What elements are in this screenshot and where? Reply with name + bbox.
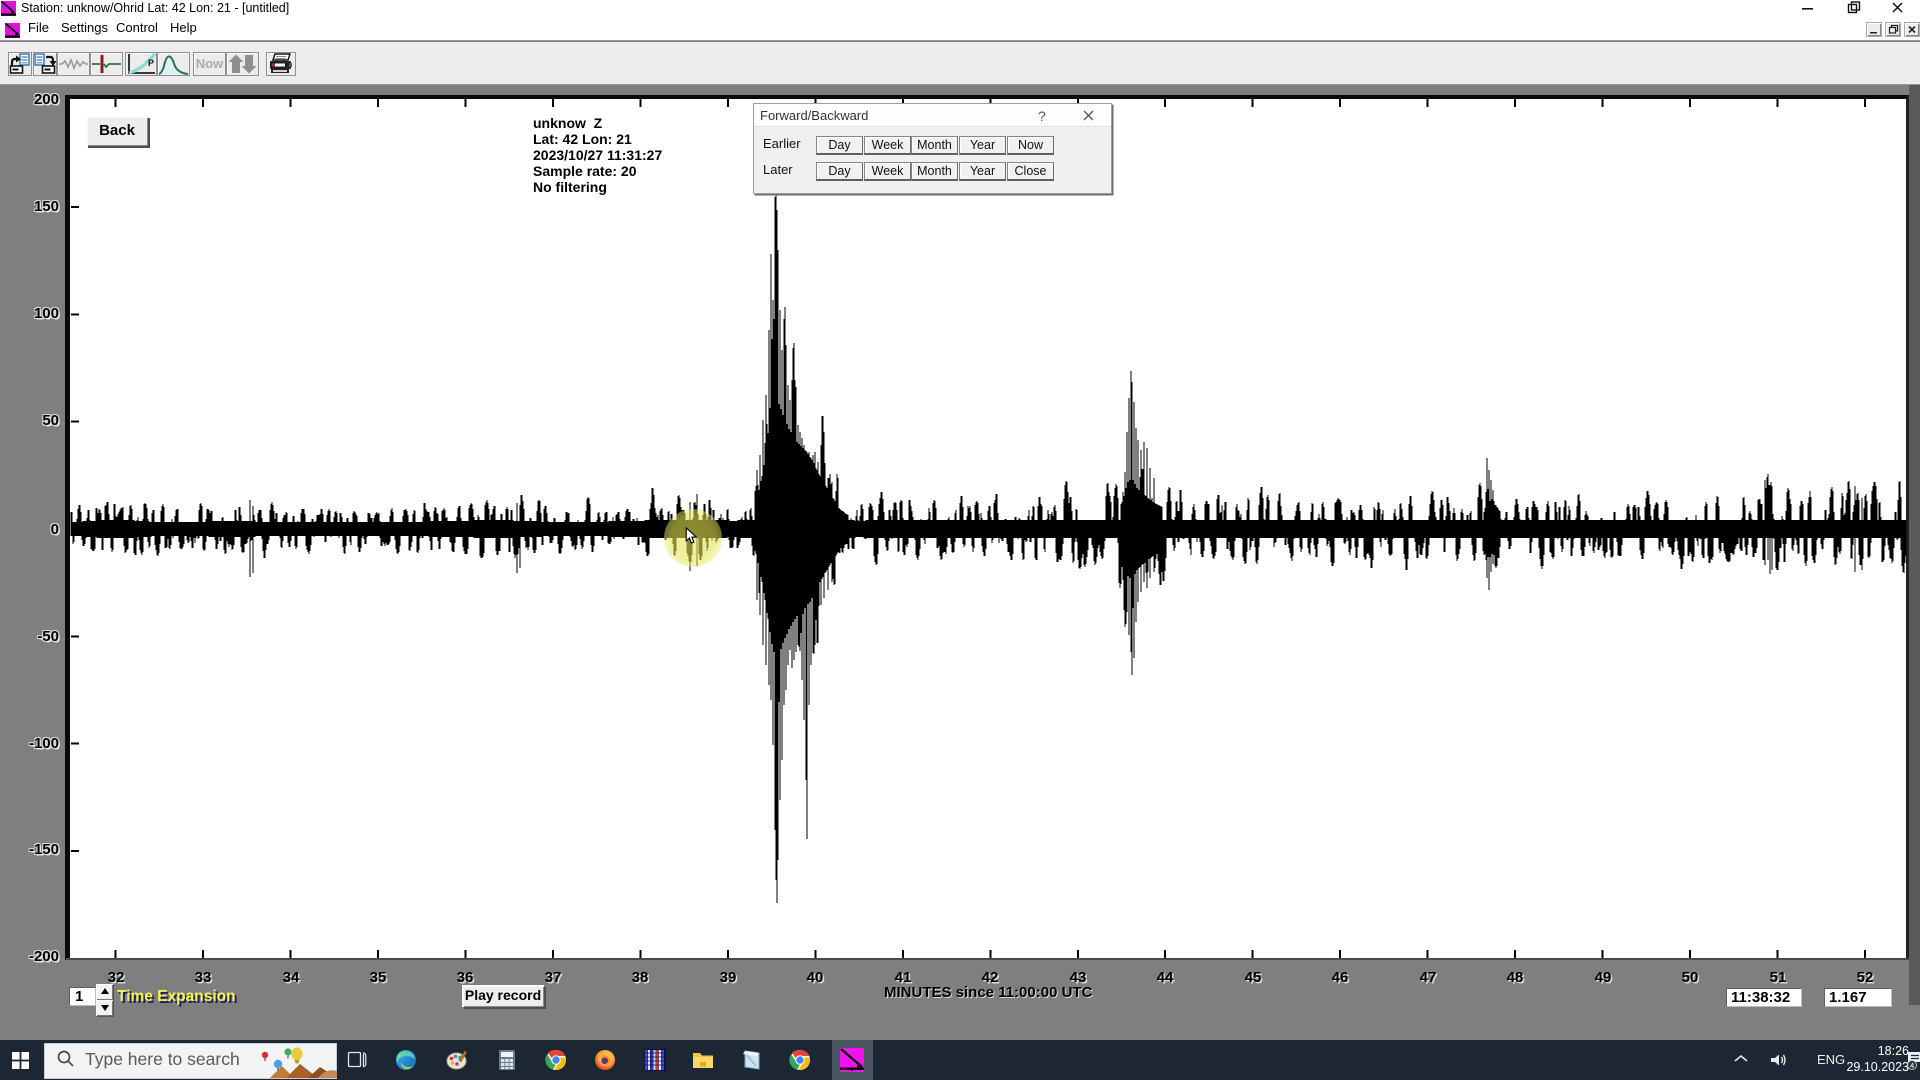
- svg-text:P: P: [148, 58, 154, 68]
- svg-text:4: 4: [1910, 1061, 1914, 1070]
